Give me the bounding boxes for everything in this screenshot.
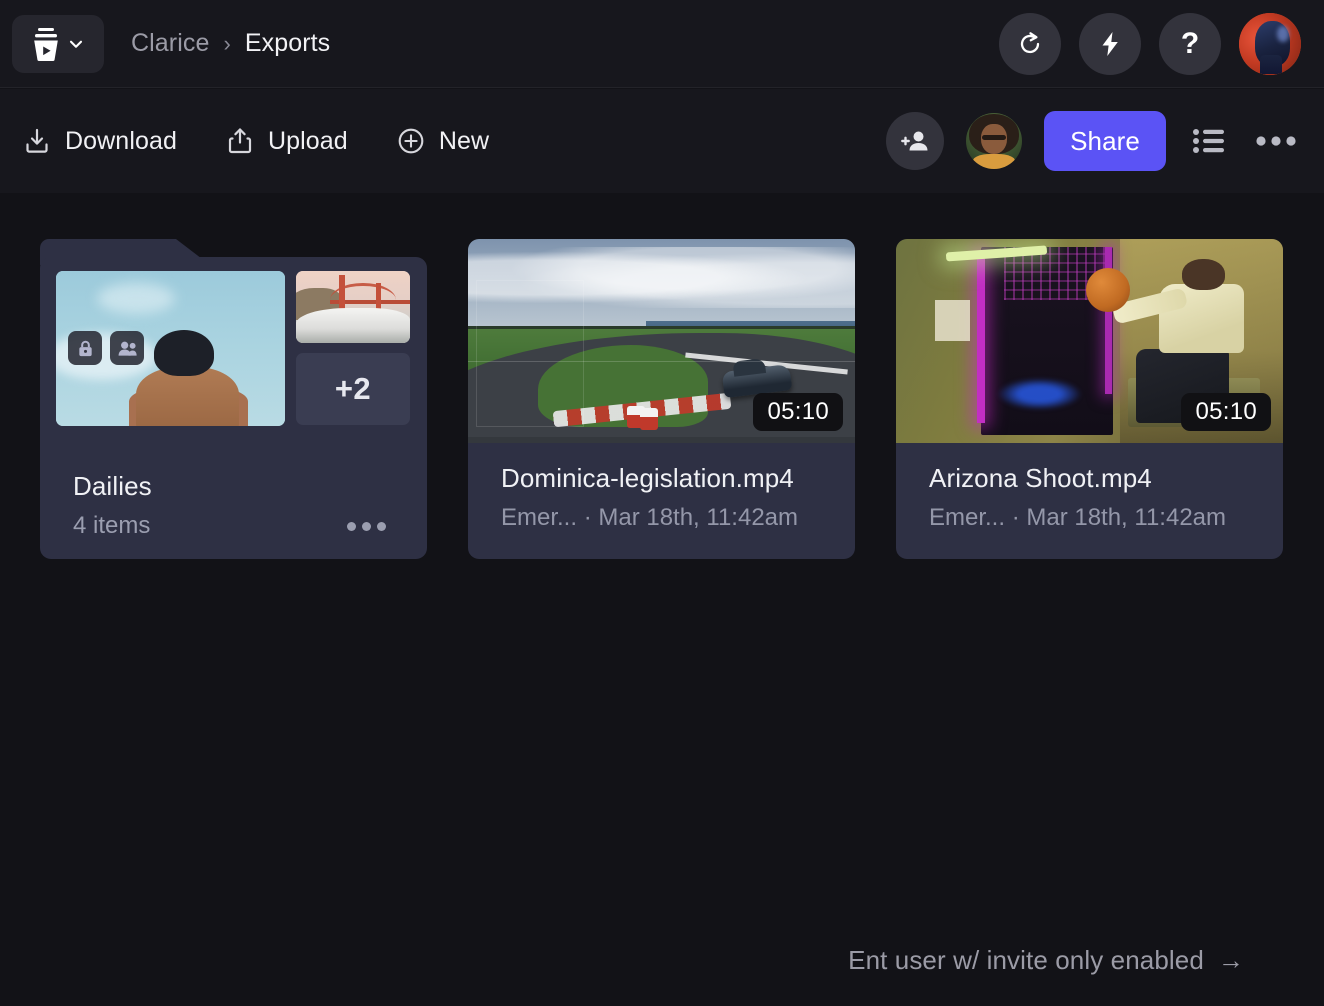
new-button[interactable]: New [396,126,489,156]
avatar-neck [1260,54,1283,75]
lightning-button[interactable] [1079,12,1141,75]
list-view-button[interactable] [1188,119,1232,163]
lightning-bolt-icon [1102,31,1118,56]
collaborator-avatar[interactable] [966,113,1023,169]
folder-status-badges [68,331,144,365]
thumbnail-basketball [1085,267,1130,312]
folder-card-dailies[interactable]: +2 Dailies 4 items [40,239,427,559]
frameio-cup-logo-icon [34,27,58,61]
asset-metadata: Emer... · Mar 18th, 11:42am [501,504,799,531]
asset-duration-badge: 05:10 [753,393,843,431]
thumbnail-person-hair [154,329,214,377]
asset-thumbnail: 05:10 [468,239,855,443]
lock-badge [68,331,102,365]
folder-meta: Dailies 4 items [73,471,403,540]
thumbnail-wave [296,308,410,343]
people-icon [118,341,137,356]
thumbnail-blue-glow [996,377,1082,411]
invite-only-hint[interactable]: Ent user w/ invite only enabled → [848,945,1244,976]
upload-button[interactable]: Upload [225,126,348,156]
plus-circle-icon [398,128,424,154]
refresh-icon [1020,31,1040,53]
breadcrumb-parent[interactable]: Clarice [131,29,210,58]
asset-name: Dominica-legislation.mp4 [501,463,794,493]
arrow-right-icon: → [1217,945,1244,975]
asset-thumbnail: 05:10 [896,239,1283,443]
refresh-button[interactable] [999,12,1061,75]
folder-name: Dailies [73,471,152,501]
avatar-glasses [982,135,1006,141]
toolbar-secondary-actions: Share [886,111,1324,171]
breadcrumb: Clarice › Exports [131,29,330,58]
asset-name: Arizona Shoot.mp4 [929,463,1152,493]
avatar-highlight [1277,26,1289,43]
more-options-icon [377,521,386,531]
lock-icon [78,340,92,356]
more-options-icon [347,521,356,531]
new-label: New [438,126,490,155]
chevron-down-icon [69,40,83,48]
folder-thumbnails: +2 [56,271,410,426]
thumbnail-magenta-light [977,251,986,423]
list-view-icon [1193,129,1224,153]
top-bar-actions: ? [999,12,1324,75]
folder-body: +2 Dailies 4 items [40,257,427,559]
top-bar: Clarice › Exports ? [0,0,1324,88]
folder-thumbnail-side: +2 [296,271,410,426]
upload-icon [228,128,252,154]
more-options-icon [362,521,371,531]
breadcrumb-current[interactable]: Exports [245,29,330,58]
avatar-shirt [972,154,1016,169]
asset-meta: Arizona Shoot.mp4 Emer... · Mar 18th, 11… [929,463,1269,532]
download-button[interactable]: Download [22,126,177,156]
action-toolbar: Download Upload New Share [0,89,1324,193]
asset-meta: Dominica-legislation.mp4 Emer... · Mar 1… [501,463,841,532]
folder-item-count: 4 items [73,512,151,539]
more-options-button[interactable] [1254,119,1298,163]
folder-thumbnail-primary [56,271,285,426]
folder-overflow-tile: +2 [296,353,410,425]
user-avatar[interactable] [1239,12,1301,75]
asset-card-dominica[interactable]: 05:10 Dominica-legislation.mp4 Emer... ·… [468,239,855,559]
content-area: +2 Dailies 4 items 05:10 Dominica-legisl… [0,193,1324,1006]
upload-label: Upload [267,126,348,155]
asset-duration-badge: 05:10 [1181,393,1271,431]
folder-thumbnail-secondary [296,271,410,343]
thumbnail-overlay-line [468,361,855,363]
folder-sub-row: 4 items [73,512,386,540]
asset-card-arizona[interactable]: 05:10 Arizona Shoot.mp4 Emer... · Mar 18… [896,239,1283,559]
add-person-icon [901,131,928,151]
thumbnail-poster [934,300,970,341]
thumbnail-overlay-box [475,279,585,427]
more-options-icon [1256,136,1296,146]
add-person-button[interactable] [886,112,945,170]
invite-only-hint-text: Ent user w/ invite only enabled [848,945,1204,975]
breadcrumb-separator-icon: › [223,30,231,56]
help-button[interactable]: ? [1159,12,1221,75]
folder-overflow-count: +2 [334,371,372,406]
question-mark-icon: ? [1180,26,1200,60]
folder-more-options-button[interactable] [347,516,386,537]
thumbnail-person-head [1182,259,1225,290]
asset-grid: +2 Dailies 4 items 05:10 Dominica-legisl… [40,239,1283,559]
asset-metadata: Emer... · Mar 18th, 11:42am [929,504,1227,531]
thumbnail-barrel [640,408,659,431]
share-button[interactable]: Share [1044,111,1166,171]
download-icon [26,128,48,153]
download-label: Download [65,126,177,155]
workspace-switcher-button[interactable] [12,14,104,73]
app-root: Clarice › Exports ? Download Upload New … [0,0,1324,1006]
toolbar-primary-actions: Download Upload New [22,126,489,156]
people-badge [110,331,144,365]
